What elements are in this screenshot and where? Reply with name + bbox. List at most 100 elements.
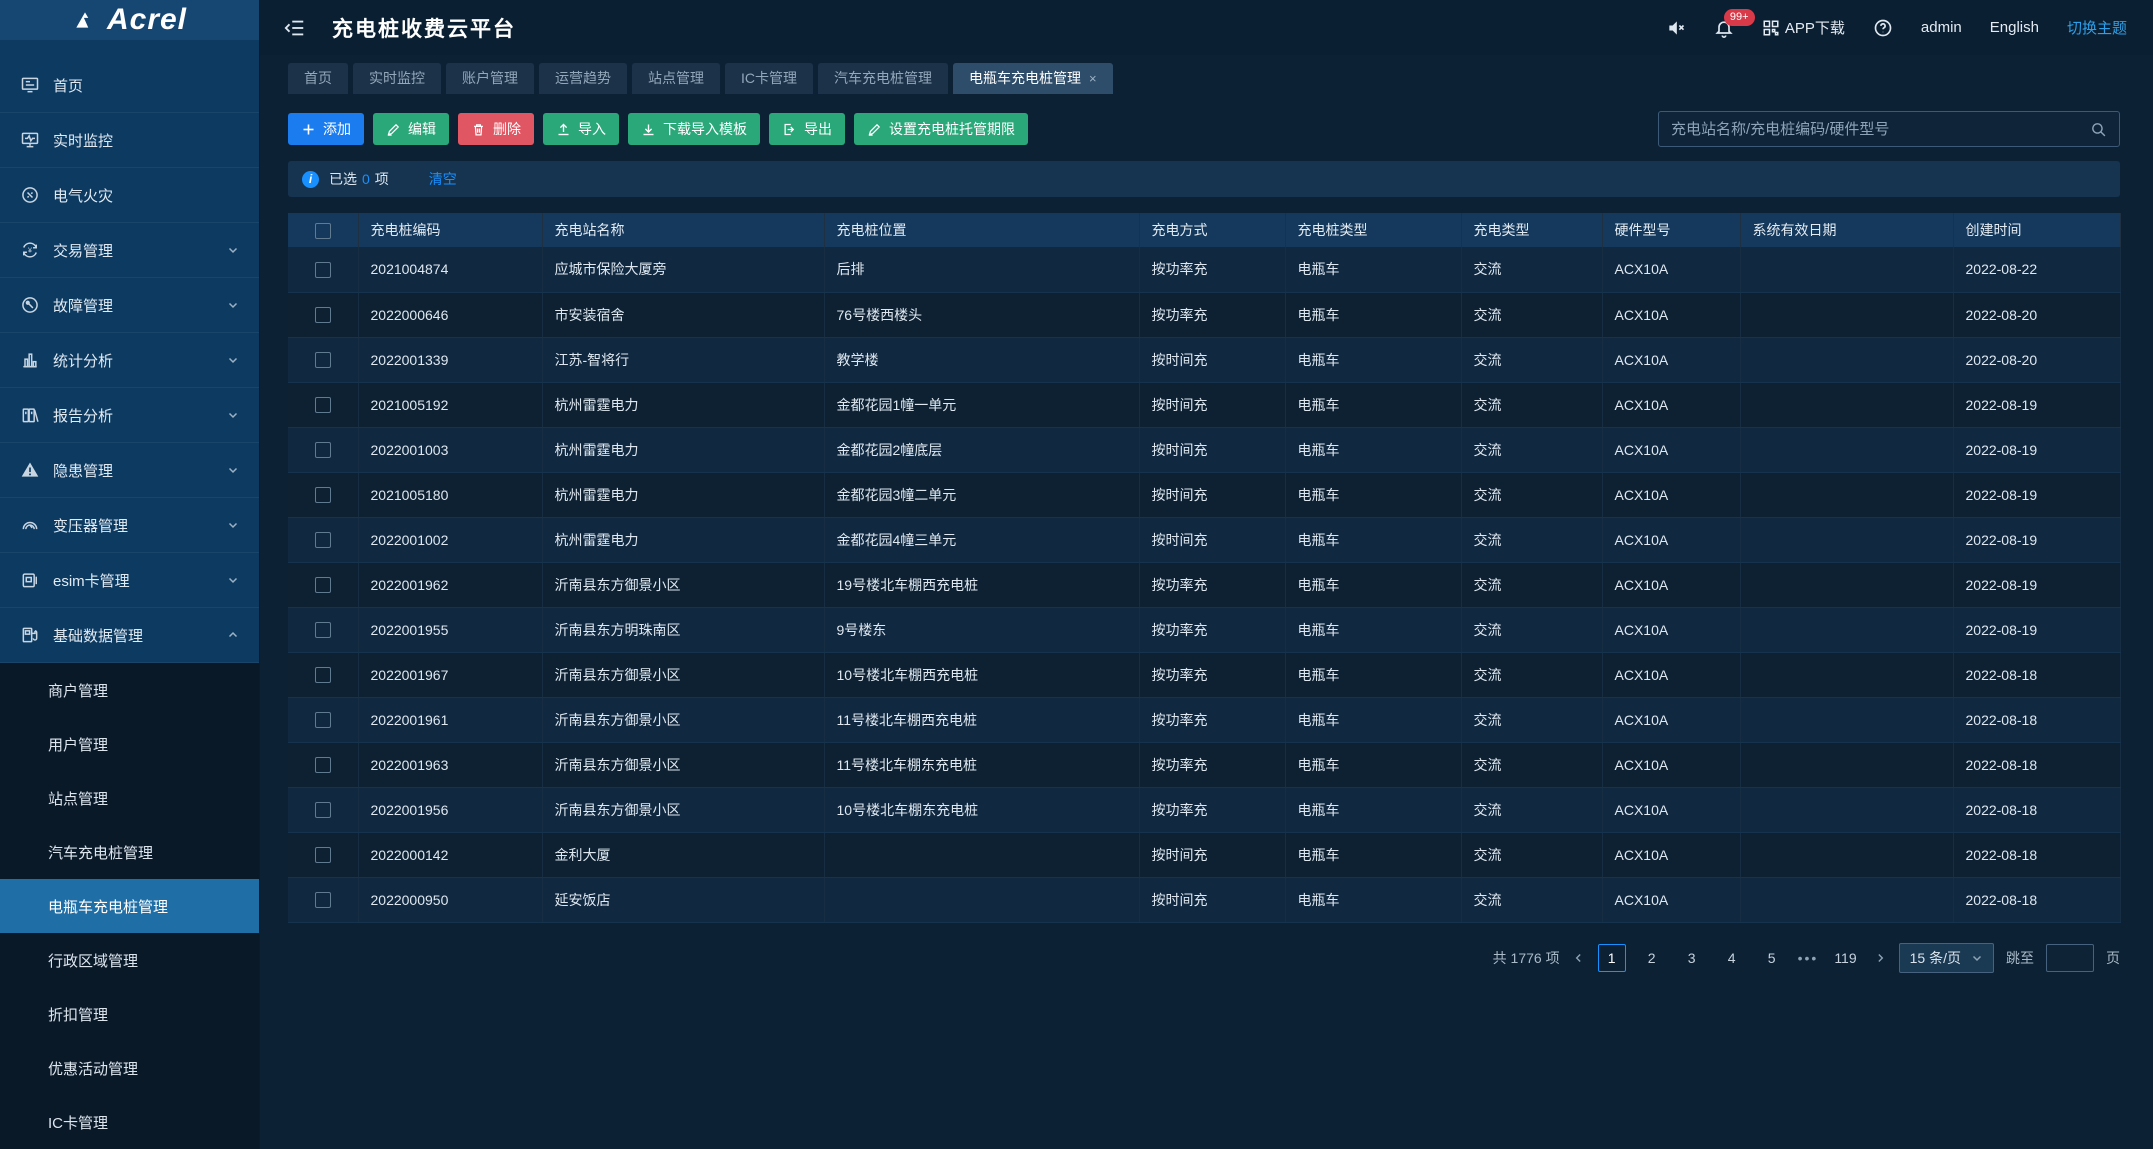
导入-button[interactable]: 导入	[543, 113, 619, 145]
row-checkbox[interactable]	[315, 352, 331, 368]
row-checkbox[interactable]	[315, 532, 331, 548]
row-checkbox[interactable]	[315, 847, 331, 863]
page-number-5[interactable]: 5	[1758, 944, 1786, 972]
sidebar-item-变压器管理[interactable]: 变压器管理	[0, 498, 259, 553]
page-number-last[interactable]: 119	[1830, 944, 1860, 972]
row-checkbox-cell	[288, 247, 358, 292]
sidebar-subitem-行政区域管理[interactable]: 行政区域管理	[0, 933, 259, 987]
pagination: 共 1776 项12345•••11915 条/页跳至页	[260, 923, 2153, 973]
sidebar-subitem-label: IC卡管理	[48, 1112, 108, 1133]
table-row: 2022000142金利大厦按时间充电瓶车交流ACX10A2022-08-18	[288, 832, 2120, 877]
charging-pile-table: 充电桩编码充电站名称充电桩位置充电方式充电桩类型充电类型硬件型号系统有效日期创建…	[288, 213, 2121, 923]
row-checkbox[interactable]	[315, 262, 331, 278]
sidebar-subitem-商户管理[interactable]: 商户管理	[0, 663, 259, 717]
sidebar-item-交易管理[interactable]: ¥交易管理	[0, 223, 259, 278]
jump-to-label: 跳至	[2006, 948, 2034, 968]
pagination-ellipsis[interactable]: •••	[1798, 950, 1819, 966]
row-checkbox[interactable]	[315, 757, 331, 773]
clear-selection-link[interactable]: 清空	[429, 169, 457, 189]
sidebar-subitem-优惠活动管理[interactable]: 优惠活动管理	[0, 1041, 259, 1095]
sidebar-item-基础数据管理[interactable]: 基础数据管理	[0, 608, 259, 663]
select-all-checkbox[interactable]	[315, 223, 331, 239]
jump-page-input[interactable]	[2046, 944, 2094, 972]
sidebar-item-首页[interactable]: 首页	[0, 58, 259, 113]
tab-label: 电瓶车充电桩管理	[969, 63, 1081, 94]
username[interactable]: admin	[1921, 19, 1962, 36]
prev-page-icon[interactable]	[1572, 951, 1586, 965]
language-switch[interactable]: English	[1990, 19, 2039, 36]
info-icon: i	[302, 171, 319, 188]
tab-实时监控[interactable]: 实时监控	[353, 63, 441, 94]
page-number-3[interactable]: 3	[1678, 944, 1706, 972]
sidebar-subitem-电瓶车充电桩管理[interactable]: 电瓶车充电桩管理	[0, 879, 259, 933]
tab-IC卡管理[interactable]: IC卡管理	[725, 63, 813, 94]
search-input[interactable]	[1671, 121, 2090, 138]
button-label: 导出	[804, 119, 832, 139]
cell-充电站名称: 延安饭店	[542, 877, 824, 922]
sidebar-item-label: 故障管理	[53, 295, 113, 316]
cell-充电桩类型: 电瓶车	[1285, 787, 1461, 832]
sidebar-item-实时监控[interactable]: 实时监控	[0, 113, 259, 168]
row-checkbox[interactable]	[315, 442, 331, 458]
table-row: 2022001955沂南县东方明珠南区9号楼东按功率充电瓶车交流ACX10A20…	[288, 607, 2120, 652]
sidebar-item-统计分析[interactable]: 统计分析	[0, 333, 259, 388]
row-checkbox[interactable]	[315, 622, 331, 638]
tab-账户管理[interactable]: 账户管理	[446, 63, 534, 94]
plus-icon	[301, 122, 316, 137]
tab-电瓶车充电桩管理[interactable]: 电瓶车充电桩管理 ×	[953, 63, 1113, 94]
page-size-select[interactable]: 15 条/页	[1899, 943, 1994, 973]
cell-系统有效日期	[1740, 517, 1953, 562]
row-checkbox[interactable]	[315, 667, 331, 683]
tab-首页[interactable]: 首页	[288, 63, 348, 94]
sidebar-subitem-站点管理[interactable]: 站点管理	[0, 771, 259, 825]
sidebar-subitem-IC卡管理[interactable]: IC卡管理	[0, 1095, 259, 1149]
column-header-充电类型: 充电类型	[1461, 213, 1602, 247]
help-icon[interactable]	[1873, 18, 1893, 38]
row-checkbox[interactable]	[315, 487, 331, 503]
row-checkbox[interactable]	[315, 802, 331, 818]
pagination-total: 共 1776 项	[1493, 948, 1560, 968]
row-checkbox[interactable]	[315, 892, 331, 908]
删除-button[interactable]: 删除	[458, 113, 534, 145]
sidebar-subitem-折扣管理[interactable]: 折扣管理	[0, 987, 259, 1041]
导出-button[interactable]: 导出	[769, 113, 845, 145]
cell-充电桩编码: 2022000142	[358, 832, 542, 877]
添加-button[interactable]: 添加	[288, 113, 364, 145]
cell-系统有效日期	[1740, 832, 1953, 877]
tab-运营趋势[interactable]: 运营趋势	[539, 63, 627, 94]
row-checkbox[interactable]	[315, 307, 331, 323]
cell-充电站名称: 市安装宿舍	[542, 292, 824, 337]
下载导入模板-button[interactable]: 下载导入模板	[628, 113, 760, 145]
tab-close-icon[interactable]: ×	[1089, 63, 1097, 94]
row-checkbox[interactable]	[315, 397, 331, 413]
menu-collapse-icon[interactable]	[284, 17, 306, 39]
app-download-button[interactable]: APP下载	[1762, 17, 1845, 38]
button-label: 添加	[323, 119, 351, 139]
tab-label: 汽车充电桩管理	[834, 63, 932, 94]
sidebar-item-报告分析[interactable]: 报告分析	[0, 388, 259, 443]
row-checkbox[interactable]	[315, 712, 331, 728]
row-checkbox-cell	[288, 472, 358, 517]
sidebar-item-隐患管理[interactable]: 隐患管理	[0, 443, 259, 498]
sidebar-subitem-汽车充电桩管理[interactable]: 汽车充电桩管理	[0, 825, 259, 879]
page-number-2[interactable]: 2	[1638, 944, 1666, 972]
tab-站点管理[interactable]: 站点管理	[632, 63, 720, 94]
search-icon[interactable]	[2090, 121, 2107, 138]
sidebar-item-esim卡管理[interactable]: esim卡管理	[0, 553, 259, 608]
notification-bell-icon[interactable]: 99+	[1714, 18, 1734, 38]
tab-汽车充电桩管理[interactable]: 汽车充电桩管理	[818, 63, 948, 94]
mute-icon[interactable]	[1666, 18, 1686, 38]
编辑-button[interactable]: 编辑	[373, 113, 449, 145]
theme-switch-link[interactable]: 切换主题	[2067, 17, 2127, 38]
sidebar-item-故障管理[interactable]: 故障管理	[0, 278, 259, 333]
cell-系统有效日期	[1740, 247, 1953, 292]
row-checkbox-cell	[288, 832, 358, 877]
page-number-4[interactable]: 4	[1718, 944, 1746, 972]
sidebar-item-电气火灾[interactable]: 电气火灾	[0, 168, 259, 223]
page-number-1[interactable]: 1	[1598, 944, 1626, 972]
next-page-icon[interactable]	[1873, 951, 1887, 965]
设置充电桩托管期限-button[interactable]: 设置充电桩托管期限	[854, 113, 1028, 145]
cell-充电方式: 按时间充	[1139, 427, 1285, 472]
sidebar-subitem-用户管理[interactable]: 用户管理	[0, 717, 259, 771]
row-checkbox[interactable]	[315, 577, 331, 593]
